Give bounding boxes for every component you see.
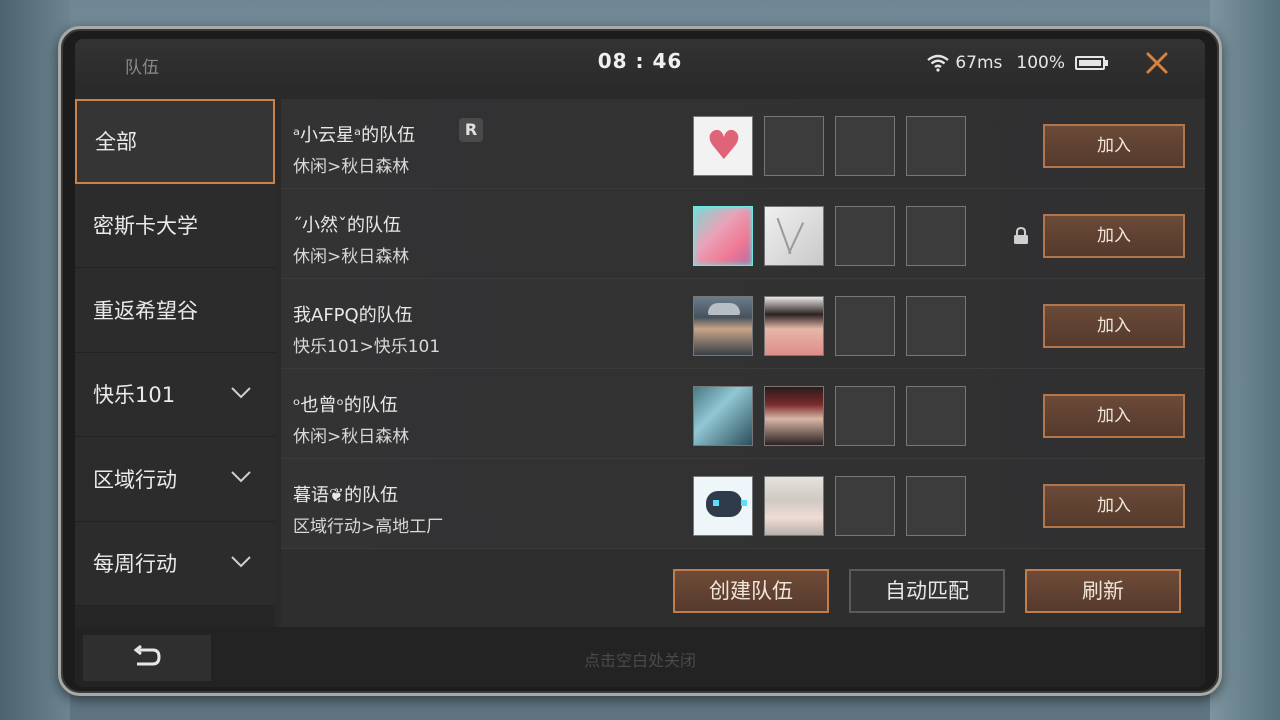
refresh-button[interactable]: 刷新 <box>1025 569 1181 613</box>
empty-slot <box>835 296 895 356</box>
sidebar-item-label: 快乐101 <box>93 383 176 408</box>
sidebar-item-label: 重返希望谷 <box>93 298 198 323</box>
team-name: ᵃ小云星ᵃ的队伍 <box>293 125 416 146</box>
join-button[interactable]: 加入 <box>1043 484 1185 528</box>
member-slots <box>693 116 966 176</box>
empty-slot <box>906 386 966 446</box>
join-button[interactable]: 加入 <box>1043 124 1185 168</box>
empty-slot <box>906 296 966 356</box>
wifi-icon <box>927 54 950 72</box>
status-bar: 队伍 08 : 46 67ms 100% <box>75 39 1205 89</box>
create-team-button[interactable]: 创建队伍 <box>673 569 829 613</box>
team-row: ᵒ也曾ᵒ的队伍 休闲>秋日森林 加入 <box>281 369 1205 459</box>
red-avatar <box>764 386 824 446</box>
empty-slot <box>764 116 824 176</box>
team-screen: 队伍 08 : 46 67ms 100% 全部 密斯卡大学 重返希望谷 快乐10… <box>75 39 1205 687</box>
lock-icon <box>1014 227 1028 244</box>
empty-slot <box>906 476 966 536</box>
sidebar-item[interactable]: 区域行动 <box>75 437 275 522</box>
auto-match-button[interactable]: 自动匹配 <box>849 569 1005 613</box>
team-row: 我AFPQ的队伍快乐101>快乐101 加入 <box>281 279 1205 369</box>
sidebar-item-label: 密斯卡大学 <box>93 214 198 239</box>
scene-avatar <box>693 386 753 446</box>
tablet-frame: 队伍 08 : 46 67ms 100% 全部 密斯卡大学 重返希望谷 快乐10… <box>58 26 1222 696</box>
battery-level <box>1079 60 1101 66</box>
status-indicators: 67ms 100% <box>927 53 1108 73</box>
empty-slot <box>906 116 966 176</box>
empty-slot <box>835 116 895 176</box>
sidebar-item-label: 区域行动 <box>93 467 177 492</box>
chevron-down-icon <box>231 471 251 483</box>
pink-avatar <box>693 206 753 266</box>
empty-slot <box>906 206 966 266</box>
sketch-avatar <box>764 206 824 266</box>
join-button[interactable]: 加入 <box>1043 304 1185 348</box>
footer-bar[interactable]: 点击空白处关闭 <box>75 627 1205 687</box>
chevron-down-icon <box>231 555 251 567</box>
member-slots <box>693 386 966 446</box>
join-button[interactable]: 加入 <box>1043 394 1185 438</box>
team-mode: 休闲>秋日森林 <box>293 247 410 267</box>
team-list: ᵃ小云星ᵃ的队伍R休闲>秋日森林加入˝小然ˇ的队伍休闲>秋日森林加入我AFPQ的… <box>281 99 1205 549</box>
team-mode: 区域行动>高地工厂 <box>293 517 444 537</box>
team-row: ᵃ小云星ᵃ的队伍 R 休闲>秋日森林 加入 <box>281 99 1205 189</box>
heart-avatar <box>693 116 753 176</box>
empty-slot <box>835 386 895 446</box>
white-avatar <box>764 476 824 536</box>
close-hint: 点击空白处关闭 <box>583 651 696 670</box>
sidebar-item-label: 全部 <box>95 130 137 155</box>
robot-avatar <box>693 476 753 536</box>
sidebar-item[interactable]: 每周行动 <box>75 521 275 606</box>
team-mode: 快乐101>快乐101 <box>293 337 441 357</box>
close-button[interactable] <box>1143 49 1171 77</box>
team-badge-icon: R <box>459 118 483 142</box>
battery-percent: 100% <box>1016 53 1065 73</box>
join-button[interactable]: 加入 <box>1043 214 1185 258</box>
member-slots <box>693 206 966 266</box>
member-slots <box>693 296 966 356</box>
category-sidebar: 全部密斯卡大学重返希望谷快乐101 区域行动每周行动 <box>75 99 275 627</box>
team-name: 暮语❦的队伍 <box>293 485 399 506</box>
sidebar-item[interactable]: 快乐101 <box>75 352 275 437</box>
action-bar: 创建队伍 自动匹配 刷新 <box>281 549 1205 627</box>
member-slots <box>693 476 966 536</box>
battery-icon <box>1075 56 1108 70</box>
sidebar-item[interactable]: 密斯卡大学 <box>75 183 275 268</box>
close-icon <box>1146 52 1168 74</box>
team-name: ˝小然ˇ的队伍 <box>293 215 401 236</box>
team-row: ˝小然ˇ的队伍 休闲>秋日森林 加入 <box>281 189 1205 279</box>
team-name: 我AFPQ的队伍 <box>293 305 413 326</box>
team-mode: 休闲>秋日森林 <box>293 427 410 447</box>
cap-avatar <box>693 296 753 356</box>
team-row: 暮语❦的队伍区域行动>高地工厂 加入 <box>281 459 1205 549</box>
chevron-down-icon <box>231 386 251 398</box>
sidebar-item[interactable]: 重返希望谷 <box>75 268 275 353</box>
team-mode: 休闲>秋日森林 <box>293 157 410 177</box>
sidebar-item-label: 每周行动 <box>93 552 177 577</box>
girl-avatar <box>764 296 824 356</box>
ping-value: 67ms <box>955 53 1003 73</box>
sidebar-item[interactable]: 全部 <box>75 99 275 184</box>
empty-slot <box>835 206 895 266</box>
empty-slot <box>835 476 895 536</box>
team-name: ᵒ也曾ᵒ的队伍 <box>293 395 398 416</box>
